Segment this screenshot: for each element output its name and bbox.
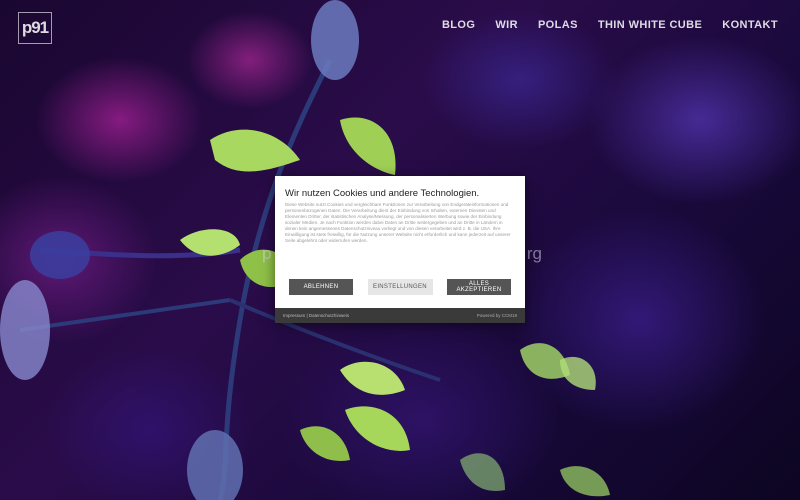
site-logo[interactable]: p91 [18,12,52,44]
settings-button[interactable]: EINSTELLUNGEN [367,279,433,295]
nav-item-polas[interactable]: POLAS [538,19,578,31]
cookie-dialog-footer: Impressum | Datenschutzhinweis Powered b… [275,308,525,323]
reject-button[interactable]: ABLEHNEN [289,279,353,295]
accept-all-button[interactable]: ALLES AKZEPTIEREN [447,279,511,295]
nav-item-thin-white-cube[interactable]: THIN WHITE CUBE [598,19,702,31]
nav-item-wir[interactable]: WIR [495,19,518,31]
powered-by-label: Powered by CCM19 [476,313,517,318]
hero-text-left: p [262,244,272,263]
cookie-button-row: ABLEHNEN EINSTELLUNGEN ALLES AKZEPTIEREN [289,279,511,295]
nav-item-blog[interactable]: BLOG [442,19,475,31]
cookie-dialog-text: Diese Website nutzt Cookies und vergleic… [285,202,511,243]
imprint-privacy-links[interactable]: Impressum | Datenschutzhinweis [283,313,349,318]
nav-item-kontakt[interactable]: KONTAKT [722,19,778,31]
cookie-dialog-title: Wir nutzen Cookies und andere Technologi… [285,188,480,199]
page: p91 BLOG WIR POLAS THIN WHITE CUBE KONTA… [0,0,800,500]
cookie-dialog: Wir nutzen Cookies und andere Technologi… [275,176,525,323]
main-nav: BLOG WIR POLAS THIN WHITE CUBE KONTAKT [442,19,778,31]
hero-text-right: rg [526,244,542,263]
